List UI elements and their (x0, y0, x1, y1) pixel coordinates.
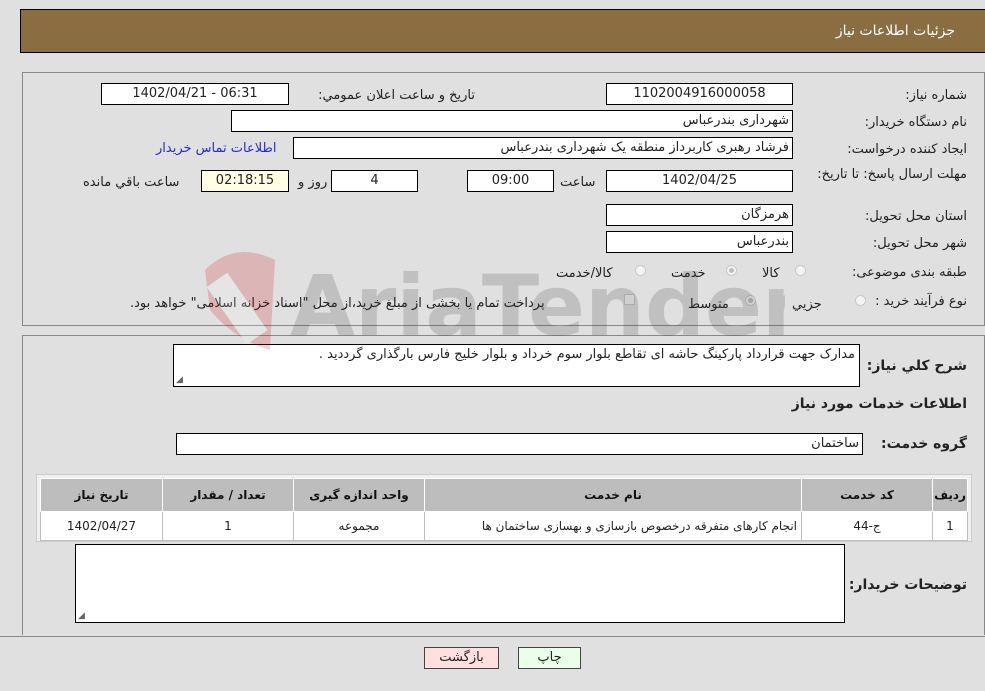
category-radio-goods-service[interactable] (635, 265, 646, 276)
category-label: طبقه بندی موضوعی: (851, 265, 967, 280)
requester-label: ایجاد کننده درخواست: (847, 142, 967, 157)
col-service-name: نام خدمت (424, 478, 802, 512)
cell-service-code: ج-44 (801, 511, 933, 541)
deadline-time-label: ساعت (560, 175, 596, 190)
deadline-time-field: 09:00 (467, 170, 554, 192)
cell-service-name: انجام کارهای متفرقه درخصوص بازسازی و بهس… (424, 511, 802, 541)
col-unit: واحد اندازه گیری (293, 478, 425, 512)
cell-quantity: 1 (162, 511, 294, 541)
service-group-label: گروه خدمت: (881, 436, 967, 452)
treasury-checkbox[interactable] (624, 294, 635, 305)
remaining-time-field: 02:18:15 (201, 170, 289, 192)
back-button[interactable]: بازگشت (424, 647, 499, 669)
buyer-contact-link[interactable]: اطلاعات تماس خریدار (156, 141, 276, 156)
cell-unit: مجموعه (293, 511, 425, 541)
days-label: روز و (298, 175, 328, 190)
province-field: هرمزگان (606, 204, 793, 226)
table-header-row: ردیف کد خدمت نام خدمت واحد اندازه گیری ت… (40, 478, 968, 512)
page-header: جزئیات اطلاعات نیاز (20, 9, 985, 53)
page-title: جزئیات اطلاعات نیاز (835, 23, 955, 39)
purchase-radio-minor[interactable] (855, 295, 866, 306)
requester-field: فرشاد رهبری کاربرداز منطقه یک شهرداری بن… (293, 137, 793, 159)
announce-datetime-field: 1402/04/21 - 06:31 (101, 83, 289, 105)
deadline-label: مهلت ارسال پاسخ: تا تاریخ: (817, 167, 967, 182)
category-option-goods: کالا (762, 266, 780, 281)
summary-textarea[interactable]: مدارک جهت قرارداد پارکینگ حاشه ای تقاطع … (173, 344, 860, 387)
category-option-service: خدمت (671, 266, 706, 281)
footer-divider (0, 636, 985, 637)
need-number-field: 1102004916000058 (606, 83, 793, 105)
buyer-org-label: نام دستگاه خریدار: (864, 115, 967, 130)
col-service-code: کد خدمت (801, 478, 933, 512)
purchase-option-medium: متوسط (688, 297, 729, 312)
summary-label: شرح کلي نیاز: (866, 358, 967, 374)
services-table: ردیف کد خدمت نام خدمت واحد اندازه گیری ت… (40, 478, 968, 541)
buyer-notes-label: توضیحات خریدار: (848, 577, 967, 593)
purchase-radio-medium[interactable] (745, 295, 756, 306)
purchase-option-minor: جزيي (792, 297, 822, 312)
remaining-time-label: ساعت باقي مانده (83, 175, 180, 190)
need-number-label: شماره نیاز: (905, 88, 967, 103)
remaining-days-field: 4 (331, 170, 418, 192)
print-button[interactable]: چاپ (518, 647, 581, 669)
services-heading: اطلاعات خدمات مورد نیاز (791, 396, 967, 412)
cell-need-date: 1402/04/27 (40, 511, 163, 541)
announce-datetime-label: تاریخ و ساعت اعلان عمومي: (318, 88, 475, 103)
cell-row-number: 1 (932, 511, 968, 541)
buyer-org-field: شهرداری بندرعباس (231, 110, 793, 132)
province-label: استان محل تحویل: (865, 209, 967, 224)
purchase-type-label: نوع فرآیند خرید : (875, 294, 967, 309)
buyer-notes-textarea[interactable]: ◢ (75, 544, 845, 623)
deadline-date-field: 1402/04/25 (606, 170, 793, 192)
resize-handle-icon[interactable]: ◢ (78, 611, 85, 621)
col-need-date: تاریخ نیاز (40, 478, 163, 512)
category-radio-service[interactable] (726, 265, 737, 276)
category-radio-goods[interactable] (795, 265, 806, 276)
city-label: شهر محل تحویل: (872, 236, 967, 251)
table-row: 1 ج-44 انجام کارهای متفرقه درخصوص بازساز… (40, 511, 968, 541)
treasury-note: پرداخت تمام یا بخشی از مبلغ خرید،از محل … (130, 296, 545, 311)
city-field: بندرعباس (606, 231, 793, 253)
resize-handle-icon[interactable]: ◢ (176, 375, 183, 385)
category-option-goods-service: کالا/خدمت (556, 266, 613, 281)
service-group-field: ساختمان (176, 433, 863, 455)
summary-text: مدارک جهت قرارداد پارکینگ حاشه ای تقاطع … (318, 347, 855, 362)
col-quantity: تعداد / مقدار (162, 478, 294, 512)
col-row-number: ردیف (932, 478, 968, 512)
